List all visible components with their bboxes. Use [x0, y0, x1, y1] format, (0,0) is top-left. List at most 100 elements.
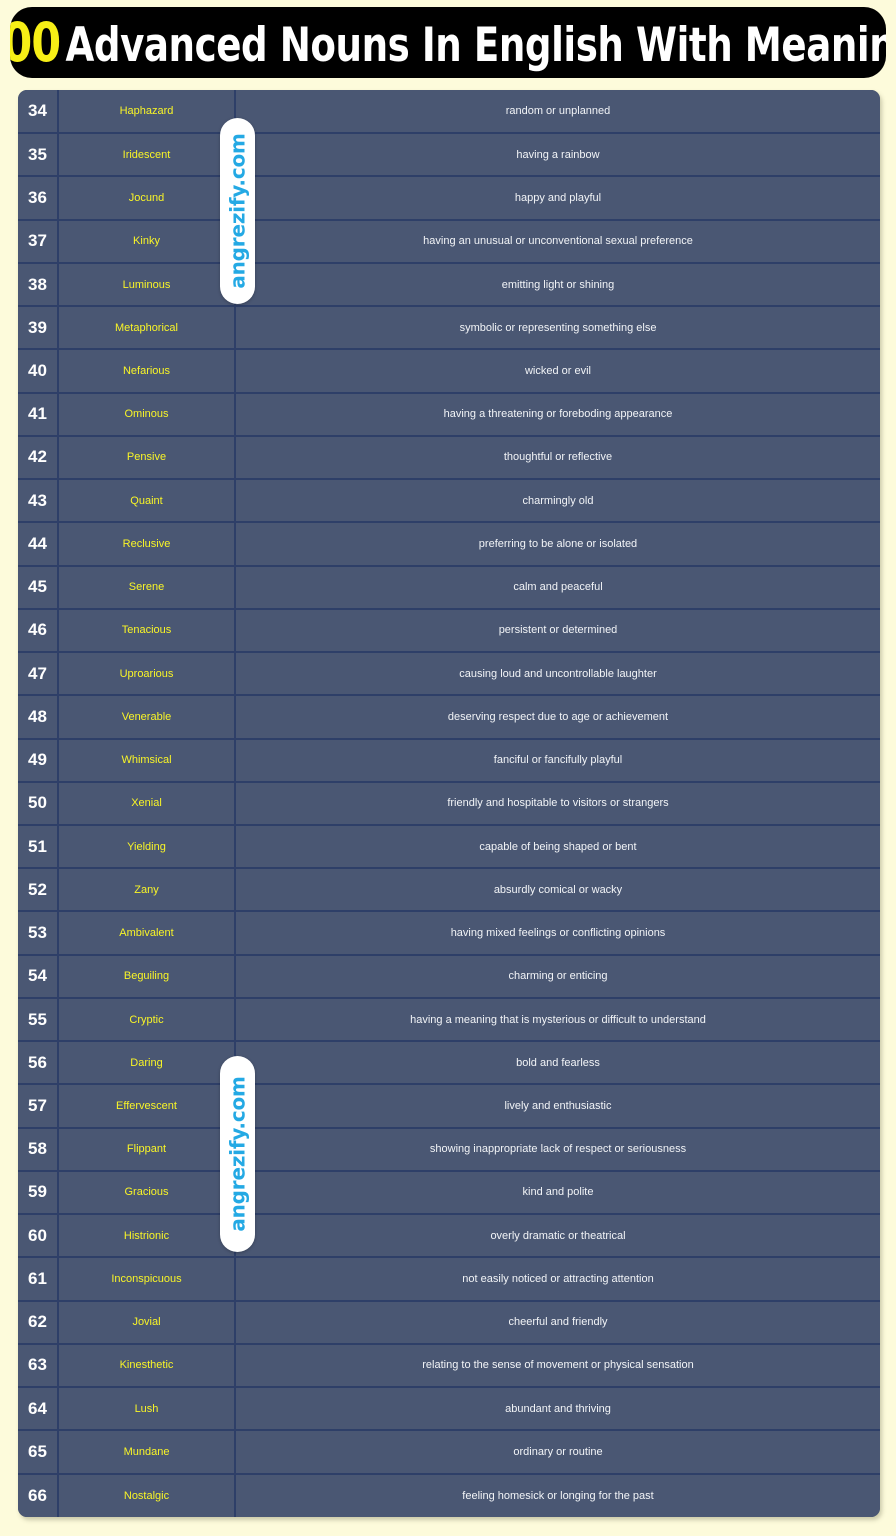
- row-meaning: fanciful or fancifully playful: [235, 738, 880, 783]
- row-number: 35: [18, 133, 59, 178]
- row-meaning: having mixed feelings or conflicting opi…: [235, 911, 880, 956]
- row-meaning: charming or enticing: [235, 954, 880, 999]
- row-word: Xenial: [58, 781, 236, 826]
- table-row: 34 Haphazard random or unplanned: [18, 90, 880, 135]
- row-number: 52: [18, 868, 59, 913]
- row-word: Nefarious: [58, 349, 236, 394]
- row-number: 53: [18, 911, 59, 956]
- table-row: 52 Zany absurdly comical or wacky: [18, 868, 880, 913]
- row-number: 40: [18, 349, 59, 394]
- table-row: 65 Mundane ordinary or routine: [18, 1430, 880, 1475]
- row-number: 62: [18, 1300, 59, 1345]
- row-meaning: friendly and hospitable to visitors or s…: [235, 781, 880, 826]
- table-row: 47 Uproarious causing loud and uncontrolla…: [18, 652, 880, 697]
- row-number: 58: [18, 1127, 59, 1172]
- table-row: 35 Iridescent having a rainbow: [18, 133, 880, 178]
- row-meaning: showing inappropriate lack of respect or…: [235, 1127, 880, 1172]
- row-word: Quaint: [58, 479, 236, 524]
- table-row: 62 Jovial cheerful and friendly: [18, 1300, 880, 1345]
- row-meaning: wicked or evil: [235, 349, 880, 394]
- row-word: Mundane: [58, 1430, 236, 1475]
- row-word: Ambivalent: [58, 911, 236, 956]
- table-row: 58 Flippant showing inappropriate lack of …: [18, 1127, 880, 1172]
- row-number: 54: [18, 954, 59, 999]
- row-meaning: having an unusual or unconventional sexu…: [235, 219, 880, 264]
- row-word: Daring: [58, 1041, 236, 1086]
- row-number: 39: [18, 306, 59, 351]
- row-meaning: ordinary or routine: [235, 1430, 880, 1475]
- row-word: Kinesthetic: [58, 1343, 236, 1389]
- row-meaning: absurdly comical or wacky: [235, 868, 880, 913]
- row-meaning: preferring to be alone or isolated: [235, 522, 880, 567]
- table-row: 48 Venerable deserving respect due to age …: [18, 695, 880, 740]
- row-word: Kinky: [58, 219, 236, 264]
- row-number: 41: [18, 392, 59, 437]
- row-meaning: having a threatening or foreboding appea…: [235, 392, 880, 437]
- row-meaning: having a meaning that is mysterious or d…: [235, 997, 880, 1043]
- watermark-badge-top: angrezify.com: [220, 118, 255, 304]
- table-row: 56 Daring bold and fearless: [18, 1041, 880, 1086]
- row-number: 49: [18, 738, 59, 783]
- table-row: 60 Histrionic overly dramatic or theatrica…: [18, 1214, 880, 1259]
- row-number: 61: [18, 1257, 59, 1302]
- row-word: Histrionic: [58, 1214, 236, 1259]
- table-row: 42 Pensive thoughtful or reflective: [18, 435, 880, 481]
- row-meaning: deserving respect due to age or achievem…: [235, 695, 880, 740]
- row-number: 34: [18, 90, 59, 135]
- row-word: Ominous: [58, 392, 236, 437]
- row-number: 59: [18, 1170, 59, 1216]
- row-word: Inconspicuous: [58, 1257, 236, 1302]
- row-number: 46: [18, 608, 59, 654]
- row-number: 64: [18, 1387, 59, 1432]
- title-text: Advanced Nouns In English With Meaning: [65, 17, 886, 73]
- table-row: 57 Effervescent lively and enthusiastic: [18, 1084, 880, 1129]
- row-word: Serene: [58, 565, 236, 610]
- row-number: 47: [18, 652, 59, 697]
- row-word: Cryptic: [58, 997, 236, 1043]
- row-word: Effervescent: [58, 1084, 236, 1129]
- row-number: 43: [18, 479, 59, 524]
- row-meaning: persistent or determined: [235, 608, 880, 654]
- table-row: 66 Nostalgic feeling homesick or longing f…: [18, 1473, 880, 1517]
- table-row: 59 Gracious kind and polite: [18, 1170, 880, 1216]
- table-row: 39 Metaphorical symbolic or representing s…: [18, 306, 880, 351]
- table-row: 50 Xenial friendly and hospitable to visit…: [18, 781, 880, 826]
- row-number: 48: [18, 695, 59, 740]
- row-number: 65: [18, 1430, 59, 1475]
- row-meaning: overly dramatic or theatrical: [235, 1214, 880, 1259]
- row-number: 60: [18, 1214, 59, 1259]
- row-word: Metaphorical: [58, 306, 236, 351]
- row-word: Gracious: [58, 1170, 236, 1216]
- row-meaning: having a rainbow: [235, 133, 880, 178]
- table-row: 38 Luminous emitting light or shining: [18, 262, 880, 308]
- row-meaning: emitting light or shining: [235, 262, 880, 308]
- row-number: 45: [18, 565, 59, 610]
- watermark-label: angrezify.com: [225, 1076, 250, 1232]
- table-body: 34 Haphazard random or unplanned 35 Iridesce…: [18, 90, 880, 1517]
- row-number: 57: [18, 1084, 59, 1129]
- row-word: Zany: [58, 868, 236, 913]
- table-row: 49 Whimsical fanciful or fancifully playfu…: [18, 738, 880, 783]
- table-row: 45 Serene calm and peaceful: [18, 565, 880, 610]
- title-count: 100: [10, 10, 62, 74]
- row-number: 63: [18, 1343, 59, 1389]
- table-row: 46 Tenacious persistent or determined: [18, 608, 880, 654]
- table-row: 61 Inconspicuous not easily noticed or att…: [18, 1257, 880, 1302]
- row-number: 38: [18, 262, 59, 308]
- row-number: 42: [18, 435, 59, 481]
- row-meaning: abundant and thriving: [235, 1387, 880, 1432]
- row-word: Pensive: [58, 435, 236, 481]
- table-row: 51 Yielding capable of being shaped or ben…: [18, 824, 880, 870]
- row-number: 50: [18, 781, 59, 826]
- row-meaning: random or unplanned: [235, 90, 880, 135]
- row-word: Yielding: [58, 824, 236, 870]
- watermark-label: angrezify.com: [225, 133, 250, 289]
- row-number: 36: [18, 176, 59, 221]
- row-meaning: thoughtful or reflective: [235, 435, 880, 481]
- row-meaning: causing loud and uncontrollable laughter: [235, 652, 880, 697]
- watermark-badge-bottom: angrezify.com: [220, 1056, 255, 1252]
- table-row: 54 Beguiling charming or enticing: [18, 954, 880, 999]
- row-word: Haphazard: [58, 90, 236, 135]
- row-word: Luminous: [58, 262, 236, 308]
- row-meaning: calm and peaceful: [235, 565, 880, 610]
